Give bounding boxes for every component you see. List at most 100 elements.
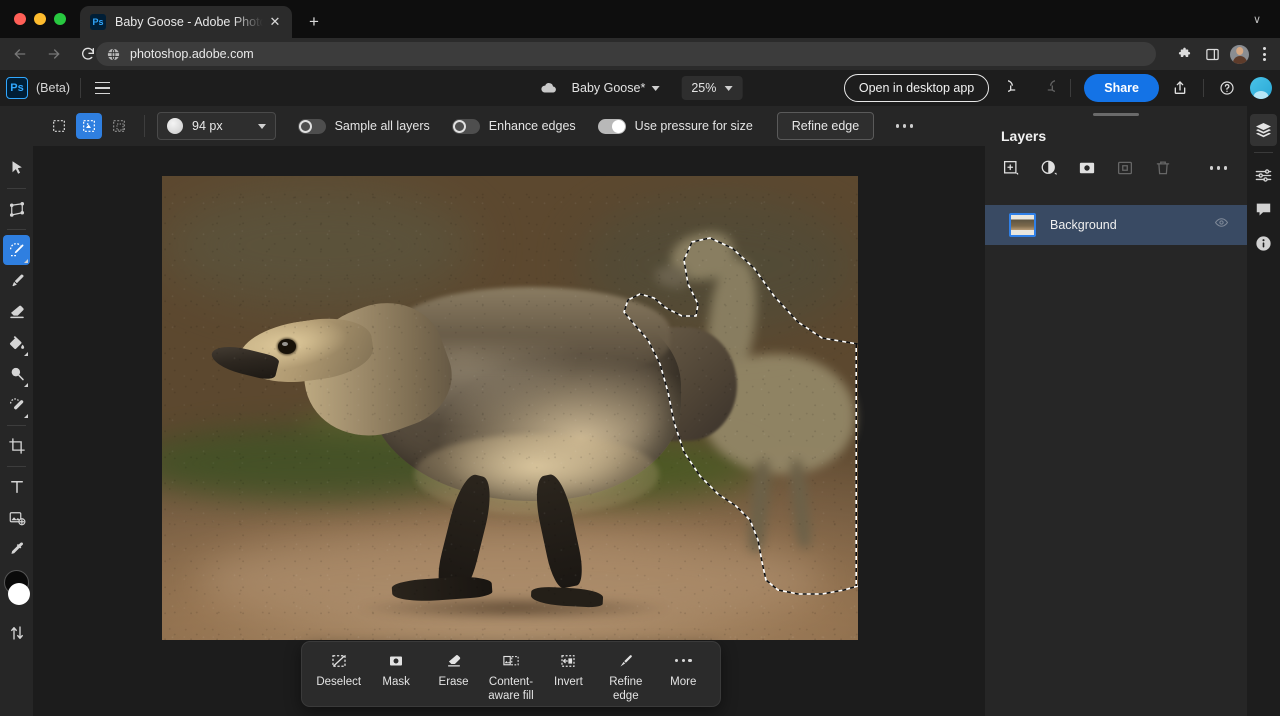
move-tool[interactable]: [3, 153, 30, 183]
more-label: More: [670, 675, 696, 689]
export-share-icon[interactable]: [1166, 75, 1194, 101]
chevron-down-icon: [651, 86, 659, 91]
open-in-desktop-app-button[interactable]: Open in desktop app: [844, 74, 989, 102]
erase-label: Erase: [439, 675, 469, 689]
forward-arrow-icon[interactable]: [40, 40, 68, 68]
tool-flyout-indicator: [24, 383, 28, 387]
help-circle-icon[interactable]: [1213, 75, 1241, 101]
user-avatar[interactable]: [1250, 77, 1272, 99]
document-name-dropdown[interactable]: Baby Goose*: [564, 77, 668, 99]
crop-tool[interactable]: [3, 431, 30, 461]
foreground-background-swatches[interactable]: [3, 570, 30, 610]
enhance-edges-toggle-row[interactable]: Enhance edges: [452, 119, 576, 134]
sample-all-layers-toggle-row[interactable]: Sample all layers: [298, 119, 430, 134]
back-arrow-icon[interactable]: [6, 40, 34, 68]
enhance-edges-toggle[interactable]: [452, 119, 480, 134]
clone-stamp-tool[interactable]: [3, 390, 30, 420]
sample-all-layers-label: Sample all layers: [335, 119, 430, 133]
browser-toolbar-actions: [1171, 42, 1274, 66]
globe-icon: [106, 47, 121, 62]
sample-all-layers-toggle[interactable]: [298, 119, 326, 134]
quick-selection-tool[interactable]: [3, 235, 30, 265]
panel-drag-handle[interactable]: [1093, 113, 1139, 116]
erase-button[interactable]: Erase: [425, 651, 482, 689]
new-tab-button[interactable]: +: [302, 10, 326, 34]
maximize-window-button[interactable]: [54, 13, 66, 25]
comments-panel-tab[interactable]: [1250, 193, 1277, 225]
add-to-selection-button[interactable]: [76, 113, 102, 139]
type-tool[interactable]: [3, 472, 30, 502]
brush-size-value: 94 px: [192, 119, 223, 133]
zoom-level-dropdown[interactable]: 25%: [681, 76, 742, 100]
group-layers-button[interactable]: [1115, 158, 1135, 178]
tab-title: Baby Goose - Adobe Photosho: [115, 15, 266, 29]
puzzle-piece-icon[interactable]: [1171, 42, 1197, 66]
background-color-swatch[interactable]: [8, 583, 30, 605]
hamburger-menu-icon[interactable]: [91, 77, 113, 99]
brush-tool[interactable]: [3, 266, 30, 296]
browser-titlebar: Ps Baby Goose - Adobe Photosho ✕ + ∨: [0, 0, 1280, 38]
fill-tool[interactable]: [3, 328, 30, 358]
layers-panel-toolbar: [1001, 158, 1247, 178]
side-panel-icon[interactable]: [1199, 42, 1225, 66]
subtract-from-selection-button[interactable]: [106, 113, 132, 139]
settings-sliders-tool[interactable]: [3, 618, 30, 648]
canvas-workspace[interactable]: Deselect Mask Erase Content-aware fill: [33, 146, 985, 716]
new-selection-button[interactable]: [46, 113, 72, 139]
tools-sidebar: [0, 146, 33, 716]
use-pressure-for-size-toggle[interactable]: [598, 119, 626, 134]
tool-flyout-indicator: [24, 259, 28, 263]
add-layer-button[interactable]: [1001, 158, 1021, 178]
more-options-icon[interactable]: [892, 118, 917, 133]
tool-flyout-indicator: [24, 414, 28, 418]
refine-edge-button[interactable]: Refine edge: [777, 112, 874, 140]
use-pressure-toggle-row[interactable]: Use pressure for size: [598, 119, 753, 134]
layer-visibility-toggle[interactable]: [1214, 215, 1229, 235]
header-divider: [1203, 79, 1204, 97]
redo-icon[interactable]: [1033, 75, 1061, 101]
zoom-level-label: 25%: [691, 81, 716, 95]
content-aware-fill-button[interactable]: Content-aware fill: [482, 651, 539, 703]
mask-icon: [387, 651, 405, 670]
layer-thumbnail: [1009, 213, 1036, 237]
refine-edge-button[interactable]: Refine edge: [597, 651, 654, 703]
panel-more-button[interactable]: [1210, 166, 1227, 169]
address-bar[interactable]: photoshop.adobe.com: [96, 42, 1156, 66]
layers-panel-tab[interactable]: [1250, 114, 1277, 146]
close-tab-icon[interactable]: ✕: [266, 13, 284, 31]
undo-icon[interactable]: [1002, 75, 1030, 101]
close-window-button[interactable]: [14, 13, 26, 25]
browser-tab[interactable]: Ps Baby Goose - Adobe Photosho ✕: [80, 6, 292, 38]
kebab-menu-icon[interactable]: [1254, 42, 1274, 66]
share-button[interactable]: Share: [1084, 74, 1159, 102]
beta-label: (Beta): [36, 81, 70, 95]
panel-tabs-rail: [1247, 106, 1280, 716]
adjustments-panel-tab[interactable]: [1250, 159, 1277, 191]
transform-tool[interactable]: [3, 194, 30, 224]
photoshop-canvas[interactable]: [162, 176, 858, 640]
add-mask-button[interactable]: [1077, 158, 1097, 178]
eyedropper-tool[interactable]: [3, 534, 30, 564]
eraser-tool[interactable]: [3, 297, 30, 327]
place-image-tool[interactable]: [3, 503, 30, 533]
adjustment-layer-button[interactable]: [1039, 158, 1059, 178]
window-traffic-lights: [14, 13, 66, 25]
layer-row-background[interactable]: Background: [985, 205, 1247, 245]
deselect-label: Deselect: [316, 675, 361, 689]
deselect-icon: [330, 651, 348, 670]
layers-panel: Layers Background: [985, 106, 1247, 716]
chevron-down-icon[interactable]: ∨: [1246, 11, 1268, 29]
brush-size-dropdown[interactable]: 94 px: [157, 112, 276, 140]
refine-edge-brush-icon: [617, 651, 635, 670]
zoom-tool[interactable]: [3, 359, 30, 389]
minimize-window-button[interactable]: [34, 13, 46, 25]
invert-button[interactable]: Invert: [540, 651, 597, 689]
deselect-button[interactable]: Deselect: [310, 651, 367, 689]
profile-avatar[interactable]: [1230, 45, 1249, 64]
delete-layer-button[interactable]: [1153, 158, 1173, 178]
header-divider: [80, 78, 81, 98]
info-panel-tab[interactable]: [1250, 227, 1277, 259]
tool-flyout-indicator: [24, 352, 28, 356]
mask-button[interactable]: Mask: [367, 651, 424, 689]
more-button[interactable]: More: [655, 651, 712, 689]
